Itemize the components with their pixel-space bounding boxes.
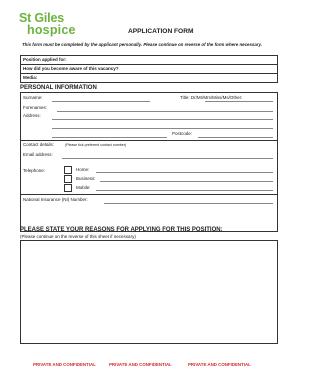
address-label: Address: [23,113,41,118]
home-label: Home: [76,167,90,172]
st-giles-logo: St Giles hospice [19,11,79,44]
contact-divider [20,140,278,141]
ni-divider [20,194,278,195]
personal-information-section [20,92,278,232]
media-field[interactable] [40,81,275,82]
contact-details-note: (Please tick preferred contact number) [65,143,127,147]
reasons-heading: PLEASE STATE YOUR REASONS FOR APPLYING F… [20,227,223,233]
forenames-field[interactable] [57,111,273,112]
aware-of-vacancy-label: How did you become aware of this vacancy… [23,66,119,71]
vacancy-divider-2 [20,73,278,74]
personal-information-heading: PERSONAL INFORMATION [20,85,97,91]
telephone-label: Telephone: [23,168,46,173]
title-field[interactable] [205,101,273,102]
footer-confidential-right: PRIVATE AND CONFIDENTIAL [188,362,251,367]
position-applied-label: Position applied for: [23,57,67,62]
postcode-field[interactable] [198,137,273,138]
reasons-note: (Please continue on the reverse of this … [20,234,136,239]
business-tick-box[interactable] [64,175,72,183]
footer-confidential-left: PRIVATE AND CONFIDENTIAL [33,362,96,367]
postcode-label: Postcode: [172,131,193,136]
mobile-label: Mobile: [76,185,91,190]
mobile-phone-field[interactable] [96,190,273,191]
footer-confidential-center: PRIVATE AND CONFIDENTIAL [109,362,172,367]
form-title: APPLICATION FORM [128,28,194,35]
forenames-label: Forenames: [23,105,48,110]
form-instructions: This form must be completed by the appli… [22,42,263,47]
mobile-tick-box[interactable] [64,184,72,192]
position-applied-field[interactable] [75,63,275,64]
surname-label: Surname: [23,95,43,100]
vacancy-divider-1 [20,64,278,65]
media-label: Media: [23,75,38,80]
address-field-line-1[interactable] [52,119,273,120]
ni-number-label: National Insurance (NI) Number: [23,197,88,202]
reasons-text-area[interactable] [20,240,278,344]
email-label: Email address: [23,152,53,157]
home-tick-box[interactable] [64,166,72,174]
address-field-line-2[interactable] [52,128,273,129]
address-field-line-3[interactable] [52,137,167,138]
logo-text-line2: hospice [27,23,76,37]
home-phone-field[interactable] [96,172,273,173]
email-field[interactable] [62,158,273,159]
surname-field[interactable] [52,101,150,102]
ni-number-field[interactable] [104,203,273,204]
business-label: Business: [76,176,96,181]
contact-details-label: Contact details: [23,142,55,147]
business-phone-field[interactable] [100,181,273,182]
title-label: Title: Dr/Mr/Mrs/Miss/Ms/Other: [180,95,243,100]
